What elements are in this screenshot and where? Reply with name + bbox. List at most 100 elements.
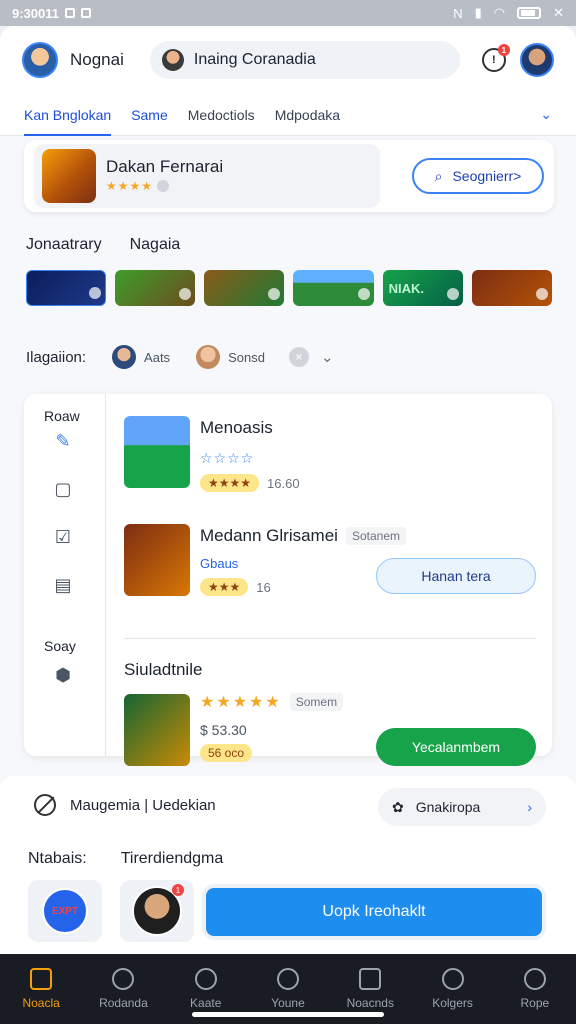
notification-icon[interactable]: ! 1 [481, 44, 510, 72]
game-thumbnail[interactable] [26, 270, 107, 306]
chevron-down-icon[interactable]: ⌄ [321, 348, 334, 366]
user-icon [523, 968, 546, 990]
game-subtitle: Gbaus [200, 556, 239, 571]
game-thumbnail[interactable] [115, 270, 196, 306]
tab-3[interactable]: Medoctiols [188, 107, 255, 123]
nav-label: Kolgers [432, 996, 473, 1010]
game-3-action-button[interactable]: Yecalanmbem [376, 728, 536, 766]
explore-icon [112, 968, 135, 990]
calendar-icon[interactable]: ▢ [52, 478, 74, 500]
game-thumbnail[interactable] [293, 270, 374, 306]
primary-action-button[interactable]: Uopk Ireohaklt [206, 888, 542, 936]
close-icon: ✕ [553, 5, 564, 20]
chevron-down-icon[interactable]: ⌄ [540, 106, 552, 123]
section-right-label: Nagaia [129, 236, 181, 253]
info-icon [157, 179, 170, 192]
side-label-bottom: Soay [44, 638, 76, 654]
search-avatar-icon [161, 49, 184, 71]
app-tile-1[interactable]: EXPT [28, 880, 102, 942]
filter-chip-1[interactable]: Aats [112, 345, 170, 369]
game-title: Menoasis [200, 418, 273, 437]
side-label-top: Roaw [44, 408, 80, 424]
side-toolbar: Roaw ✎ ▢ ☑ ▤ Soay ⬢ [24, 394, 106, 756]
nav-profile[interactable]: Rope [494, 954, 576, 1024]
nav-item-6[interactable]: Kolgers [411, 954, 493, 1024]
game-rating-row: ★★★★★ Somem [200, 692, 344, 712]
home-indicator [192, 1012, 384, 1017]
game-meta-value: 16.60 [267, 475, 300, 491]
checkbox-icon[interactable]: ☑ [52, 526, 74, 548]
featured-button-label: Seognierr> [452, 168, 522, 184]
tab-4[interactable]: Mdpodaka [275, 107, 340, 123]
game-thumbnail[interactable]: NIAK. [382, 270, 463, 306]
game-thumbnail[interactable] [204, 270, 285, 306]
game-thumbnail [124, 694, 190, 766]
play-icon [536, 288, 549, 300]
header: Nognai Inaing Coranadia ! 1 [0, 26, 576, 94]
play-icon [268, 288, 281, 300]
notification-badge: 1 [497, 44, 510, 56]
user-avatar[interactable] [520, 43, 554, 77]
game-2-action-button[interactable]: Hanan tera [376, 558, 536, 594]
block-icon [34, 794, 56, 816]
search-input[interactable]: Inaing Coranadia [149, 41, 460, 79]
featured-text: Dakan Fernarai ★★★★ [106, 157, 223, 195]
game-tag: Sotanem [345, 527, 406, 545]
game-meta: ★★★ 16 [200, 578, 271, 596]
game-row-1[interactable]: Menoasis ☆☆☆☆ ★★★★ 16.60 [124, 416, 536, 496]
profile-avatar[interactable] [22, 42, 58, 78]
bottom-right-label: Tirerdiendgma [120, 850, 224, 867]
nav-label: Noacnds [346, 996, 394, 1010]
featured-info: Dakan Fernarai ★★★★ [34, 144, 380, 208]
chip-2-label: Sonsd [228, 349, 265, 365]
app-avatar: 1 [132, 884, 184, 936]
featured-card[interactable]: Dakan Fernarai ★★★★ ⌕ Seognierr> [24, 140, 554, 212]
wifi-icon: ◠ [493, 5, 506, 20]
folder-icon[interactable]: ▤ [52, 574, 74, 596]
game-meta-value: 16 [256, 579, 271, 595]
bottom-row-2: Ntabais: Tirerdiendgma [28, 850, 223, 868]
chip-avatar [112, 345, 137, 369]
category-pill[interactable]: ✿ Gnakiropa › [378, 788, 546, 826]
tab-bar: Kan Bnglokan Same Medoctiols Mdpodaka ⌄ [0, 94, 576, 136]
filter-row: Ilagaiion: Aats Sonsd × ⌄ [26, 342, 334, 372]
nav-label: Rope [520, 996, 550, 1010]
game-thumbnail [124, 416, 190, 488]
featured-search-button[interactable]: ⌕ Seognierr> [412, 158, 544, 194]
status-bar: 9:30011 N ▮ ◠ ✕ [0, 0, 576, 26]
play-icon [357, 288, 370, 300]
nav-label: Noacla [22, 996, 60, 1010]
chevron-right-icon: › [527, 799, 532, 815]
pencil-icon[interactable]: ✎ [52, 430, 74, 452]
game-thumbnail [124, 524, 190, 596]
chip-1-label: Aats [144, 349, 171, 365]
tab-1[interactable]: Kan Bnglokan [24, 107, 112, 136]
game-thumbnail-strip: NIAK. [26, 270, 553, 308]
game-row-3[interactable]: ★★★★★ Somem $ 53.30 56 oco Yecalanmbem [124, 690, 536, 770]
app-name: Nognai [70, 50, 124, 69]
nav-label: Kaate [190, 996, 222, 1010]
tab-2[interactable]: Same [131, 107, 168, 123]
nav-home[interactable]: Noacla [0, 954, 82, 1024]
game-pill: 56 oco [200, 744, 253, 762]
game-row-2[interactable]: Medann Glrisamei Sotanem Gbaus ★★★ 16 Ha… [124, 524, 536, 604]
nav-item-2[interactable]: Rodanda [82, 954, 164, 1024]
signal-icon: ▮ [474, 5, 482, 20]
filter-chip-2[interactable]: Sonsd [196, 345, 265, 369]
clear-filter-icon[interactable]: × [288, 347, 309, 367]
app-tile-2[interactable]: 1 [120, 880, 194, 942]
status-n-icon: N [453, 5, 463, 21]
game-thumbnail[interactable] [471, 270, 553, 306]
shield-icon[interactable]: ⬢ [52, 664, 74, 686]
game-meta: ★★★★ 16.60 [200, 474, 300, 492]
bottom-left-label: Ntabais: [28, 850, 87, 867]
bottom-row-1: Maugemia | Uedekian [34, 794, 216, 816]
thumbnail-label: NIAK. [388, 280, 424, 296]
search-text: Inaing Coranadia [193, 51, 316, 68]
status-time: 9:30011 [12, 5, 59, 21]
section-headers: Jonaatrary Nagaia [26, 236, 180, 254]
game-title: Medann Glrisamei [200, 526, 338, 545]
play-icon [89, 287, 102, 299]
app-logo: EXPT [42, 888, 88, 934]
status-app-icon [65, 8, 75, 18]
